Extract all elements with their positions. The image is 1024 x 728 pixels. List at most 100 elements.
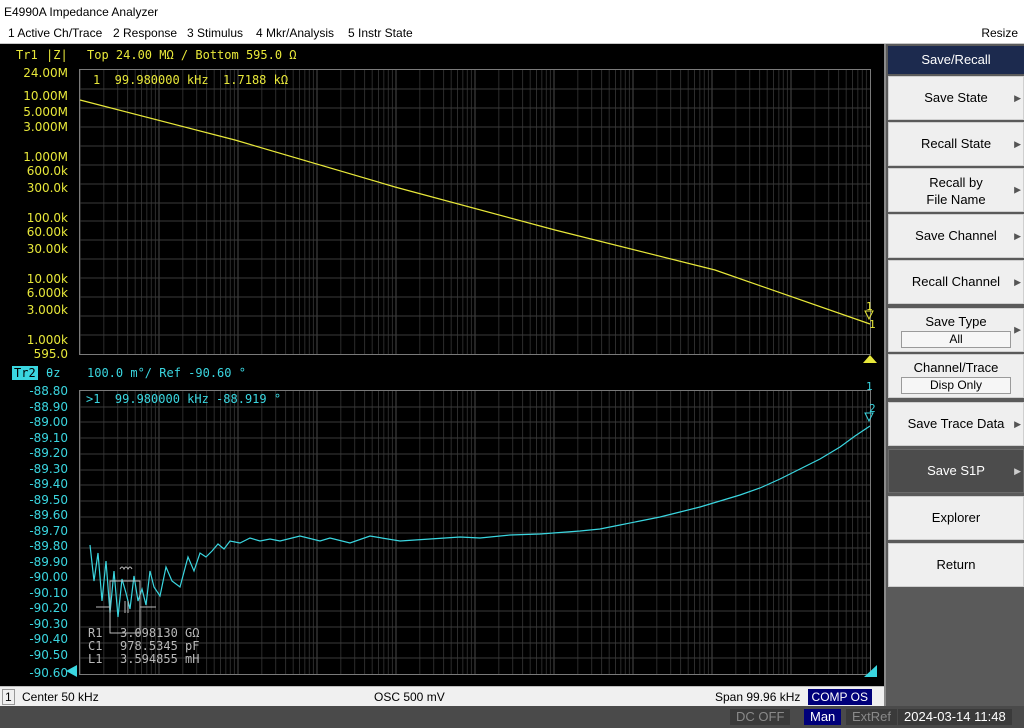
save-type-value: All — [901, 331, 1011, 348]
channel-number[interactable]: 1 — [2, 689, 15, 705]
recall-state-button[interactable]: Recall State ▶ — [888, 122, 1024, 166]
equiv-label-l1: L1 — [88, 652, 103, 666]
softkey-label: Recall by — [929, 175, 983, 190]
trace2-left-arrow-icon[interactable] — [64, 664, 78, 678]
ext-ref-status: ExtRef — [846, 709, 898, 725]
menu-bar: 1 Active Ch/Trace 2 Response 3 Stimulus … — [0, 24, 1024, 44]
chevron-right-icon: ▶ — [1014, 139, 1021, 149]
trace2-ytick: -89.90 — [29, 555, 68, 569]
trace2-ytick: -89.50 — [29, 493, 68, 507]
trace1-ytick: 1.000k — [26, 333, 68, 347]
window-title: E4990A Impedance Analyzer — [4, 5, 159, 19]
trace2-ytick: -90.40 — [29, 632, 68, 646]
trace1-area[interactable]: Tr1 |Z| Top 24.00 MΩ / Bottom 595.0 Ω 24… — [0, 44, 884, 364]
trace2-ytick: -89.40 — [29, 477, 68, 491]
trace2-ytick: -90.00 — [29, 570, 68, 584]
equiv-value-c1: 978.5345 pF — [120, 639, 200, 653]
channel-trace-button[interactable]: Channel/Trace Disp Only — [888, 354, 1024, 398]
explorer-button[interactable]: Explorer — [888, 496, 1024, 540]
span-frequency[interactable]: Span 99.96 kHz — [715, 690, 800, 704]
trace2-ytick: -89.80 — [29, 539, 68, 553]
trace2-ytick: -90.10 — [29, 586, 68, 600]
save-trace-data-button[interactable]: Save Trace Data ▶ — [888, 402, 1024, 446]
trace2-ytick: -89.00 — [29, 415, 68, 429]
chevron-right-icon: ▶ — [1014, 184, 1021, 195]
softkey-label: Explorer — [931, 510, 981, 525]
menu-response[interactable]: 2 Response — [113, 26, 177, 40]
trace1-marker-number: 1 — [866, 300, 873, 313]
menu-instr-state[interactable]: 5 Instr State — [348, 26, 413, 40]
chevron-right-icon: ▶ — [1014, 419, 1021, 429]
menu-active-ch-trace[interactable]: 1 Active Ch/Trace — [8, 26, 102, 40]
menu-mkr-analysis[interactable]: 4 Mkr/Analysis — [256, 26, 334, 40]
trace2-ytick: -90.20 — [29, 601, 68, 615]
trace1-ytick: 300.0k — [26, 181, 68, 195]
trace1-ytick: 30.00k — [26, 242, 68, 256]
trace1-marker-number-right: 1 — [869, 318, 876, 331]
trace1-ytick: 10.00M — [23, 89, 68, 103]
equiv-label-c1: C1 — [88, 639, 103, 653]
trace2-ytick: -89.70 — [29, 524, 68, 538]
osc-level[interactable]: OSC 500 mV — [374, 690, 445, 704]
trace1-scroll-arrow-icon[interactable] — [862, 354, 878, 364]
channel-trace-value: Disp Only — [901, 377, 1011, 394]
equiv-value-l1: 3.594855 mH — [120, 652, 200, 666]
trace2-area[interactable]: Tr2 θz 100.0 m°/ Ref -90.60 ° -88.80 -88… — [0, 364, 884, 686]
chevron-right-icon: ▶ — [1014, 324, 1021, 335]
equiv-label-r1: R1 — [88, 626, 103, 640]
save-channel-button[interactable]: Save Channel ▶ — [888, 214, 1024, 258]
date-time: 2024-03-14 11:48 — [898, 709, 1012, 725]
trace2-scale: 100.0 m°/ Ref -90.60 ° — [87, 366, 246, 380]
softkey-label: Channel/Trace — [913, 360, 999, 375]
resize-button[interactable]: Resize — [981, 26, 1018, 40]
trace2-name[interactable]: Tr2 — [12, 366, 38, 380]
chevron-right-icon: ▶ — [1014, 277, 1021, 287]
trace2-ytick: -89.30 — [29, 462, 68, 476]
softkey-label: Save Trace Data — [907, 416, 1005, 431]
trace1-ytick: 10.00k — [26, 272, 68, 286]
recall-by-file-name-button[interactable]: Recall by File Name ▶ — [888, 168, 1024, 212]
title-bar: E4990A Impedance Analyzer — [0, 0, 1024, 24]
trace2-param: θz — [46, 366, 61, 380]
chevron-right-icon: ▶ — [1014, 466, 1021, 476]
equiv-value-r1: 3.098130 GΩ — [120, 626, 200, 640]
trace1-ytick: 3.000M — [23, 120, 68, 134]
save-state-button[interactable]: Save State ▶ — [888, 76, 1024, 120]
trace2-ytick: -90.60 — [29, 666, 68, 680]
measurement-screen: Tr1 |Z| Top 24.00 MΩ / Bottom 595.0 Ω 24… — [0, 44, 884, 686]
menu-stimulus[interactable]: 3 Stimulus — [187, 26, 243, 40]
trace2-ytick: -89.60 — [29, 508, 68, 522]
return-button[interactable]: Return — [888, 543, 1024, 587]
softkey-label: Recall Channel — [911, 274, 1001, 289]
center-frequency[interactable]: Center 50 kHz — [22, 690, 99, 704]
trigger-mode: Man — [804, 709, 842, 725]
softkey-label: Recall State — [920, 136, 992, 151]
trace1-marker-readout: 1 99.980000 kHz 1.7188 kΩ — [93, 73, 289, 87]
save-type-button[interactable]: Save Type All ▶ — [888, 308, 1024, 352]
trace2-ytick: -88.90 — [29, 400, 68, 414]
trace2-corner-arrow-icon[interactable] — [862, 664, 878, 678]
trace2-marker-number-active: 2 — [869, 402, 876, 415]
trace2-phase-curve — [89, 425, 871, 618]
save-s1p-button[interactable]: Save S1P ▶ — [888, 449, 1024, 493]
softkey-panel: Save/Recall Save State ▶ Recall State ▶ … — [884, 44, 1024, 706]
recall-channel-button[interactable]: Recall Channel ▶ — [888, 260, 1024, 304]
softkey-label-line2: File Name — [926, 192, 986, 207]
trace1-plot — [79, 99, 874, 325]
softkey-label: Save S1P — [927, 463, 985, 478]
trace1-ytick: 1.000M — [23, 150, 68, 164]
comp-os-badge: COMP OS — [807, 689, 872, 705]
trace1-ytick: 5.000M — [23, 105, 68, 119]
trace2-ytick: -89.10 — [29, 431, 68, 445]
trace1-param: |Z| — [46, 48, 68, 62]
channel-status-bar: 1 Center 50 kHz OSC 500 mV Span 99.96 kH… — [0, 686, 884, 706]
instrument-status-bar: DC OFF Man ExtRef 2024-03-14 11:48 — [0, 706, 1024, 728]
trace1-ytick: 60.00k — [26, 225, 68, 239]
softkey-label: Save State — [924, 90, 988, 105]
trace2-ytick: -88.80 — [29, 384, 68, 398]
trace2-ytick: -90.50 — [29, 648, 68, 662]
softkey-label: Return — [936, 557, 976, 572]
trace1-ytick: 600.0k — [26, 164, 68, 178]
trace1-name[interactable]: Tr1 — [16, 48, 38, 62]
chevron-right-icon: ▶ — [1014, 93, 1021, 103]
